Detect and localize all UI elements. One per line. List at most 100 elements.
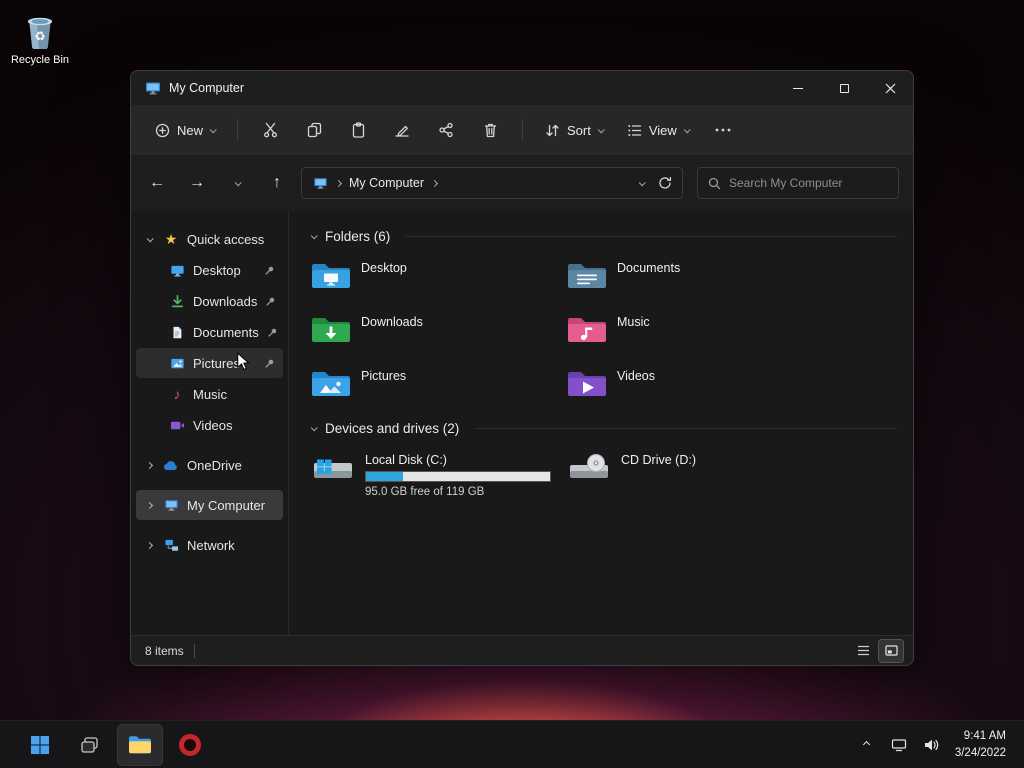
details-view-button[interactable]	[851, 640, 875, 662]
file-explorer-icon	[129, 735, 151, 753]
sidebar-item-downloads[interactable]: Downloads	[136, 286, 283, 316]
folder-tile-documents[interactable]: Documents	[567, 259, 807, 291]
chevron-up-icon	[863, 740, 871, 749]
folders-group-header[interactable]: Folders (6)	[310, 221, 913, 251]
disk-usage-bar	[365, 471, 551, 482]
sidebar-item-videos[interactable]: Videos	[136, 410, 283, 440]
sort-button[interactable]: Sort	[535, 113, 613, 147]
maximize-button[interactable]	[821, 71, 867, 105]
drive-tile-c[interactable]: Local Disk (C:) 95.0 GB free of 119 GB	[311, 453, 559, 498]
recent-locations-button[interactable]	[221, 167, 253, 199]
cut-button[interactable]	[250, 113, 290, 147]
local-disk-icon	[311, 453, 355, 485]
volume-tray-button[interactable]	[917, 727, 945, 763]
search-box[interactable]	[697, 167, 899, 199]
sidebar-item-quick-access[interactable]: ★ Quick access	[136, 224, 283, 254]
drive-free-space: 95.0 GB free of 119 GB	[365, 486, 485, 498]
cut-icon	[263, 122, 277, 138]
copy-icon	[307, 122, 321, 138]
address-dropdown-icon[interactable]	[638, 178, 646, 186]
drive-tile-d[interactable]: CD Drive (D:)	[567, 453, 815, 498]
folder-name: Videos	[617, 369, 655, 383]
browser-app-button[interactable]	[168, 725, 212, 765]
ellipsis-icon	[715, 128, 731, 132]
chevron-down-icon	[597, 125, 605, 133]
sidebar-item-label: Network	[187, 537, 235, 553]
sort-icon	[546, 124, 559, 136]
browser-app-icon	[179, 733, 201, 756]
clock[interactable]: 9:41 AM 3/24/2022	[949, 728, 1014, 760]
address-bar[interactable]: My Computer	[301, 167, 683, 199]
folder-name: Downloads	[361, 315, 423, 329]
sidebar-item-music[interactable]: ♪ Music	[136, 379, 283, 409]
file-explorer-window: My Computer New Sort View ← → ↑ My Compu…	[130, 70, 914, 666]
cd-drive-icon	[567, 453, 611, 485]
group-divider	[474, 427, 897, 429]
sidebar-item-pictures[interactable]: Pictures	[136, 348, 283, 378]
pin-icon	[264, 358, 275, 369]
large-icons-view-icon	[884, 645, 898, 656]
sidebar-item-onedrive[interactable]: OneDrive	[136, 450, 283, 480]
large-icons-view-button[interactable]	[878, 638, 904, 663]
window-title: My Computer	[169, 81, 245, 95]
titlebar[interactable]: My Computer	[131, 71, 913, 105]
sidebar-item-label: Downloads	[193, 293, 258, 309]
folder-tile-desktop[interactable]: Desktop	[311, 259, 551, 291]
folder-tile-downloads[interactable]: Downloads	[311, 313, 551, 345]
copy-button[interactable]	[294, 113, 334, 147]
sidebar-item-desktop[interactable]: Desktop	[136, 255, 283, 285]
more-options-button[interactable]	[703, 113, 743, 147]
pictures-folder-icon	[311, 367, 351, 399]
chevron-down-icon	[683, 125, 691, 133]
search-input[interactable]	[729, 176, 888, 190]
rename-button[interactable]	[382, 113, 422, 147]
drive-name: CD Drive (D:)	[621, 453, 696, 467]
status-bar: 8 items	[131, 635, 913, 665]
navigation-bar: ← → ↑ My Computer	[131, 155, 913, 211]
sidebar-item-label: Quick access	[187, 231, 265, 247]
tray-overflow-button[interactable]	[853, 727, 881, 763]
content-area: Folders (6) Desktop Documents Downloads …	[289, 211, 913, 635]
search-icon	[708, 177, 721, 189]
delete-button[interactable]	[470, 113, 510, 147]
pin-icon	[265, 296, 276, 307]
onedrive-cloud-icon	[163, 457, 179, 473]
share-icon	[439, 122, 453, 138]
folder-tile-pictures[interactable]: Pictures	[311, 367, 551, 399]
document-icon	[169, 324, 185, 340]
devices-group-header[interactable]: Devices and drives (2)	[310, 413, 913, 443]
new-button[interactable]: New	[145, 113, 225, 147]
refresh-button[interactable]	[658, 176, 672, 190]
up-button[interactable]: ↑	[261, 167, 293, 199]
paste-button[interactable]	[338, 113, 378, 147]
folder-name: Pictures	[361, 369, 407, 383]
breadcrumb[interactable]: My Computer	[349, 176, 424, 190]
svg-text:♻: ♻	[34, 29, 45, 44]
folder-tile-music[interactable]: Music	[567, 313, 807, 345]
share-button[interactable]	[426, 113, 466, 147]
view-button[interactable]: View	[617, 113, 699, 147]
pin-icon	[267, 327, 278, 338]
windows-logo-icon	[31, 735, 49, 754]
folder-tile-videos[interactable]: Videos	[567, 367, 807, 399]
sidebar-item-my-computer[interactable]: My Computer	[136, 490, 283, 520]
minimize-button[interactable]	[775, 71, 821, 105]
file-explorer-button[interactable]	[117, 723, 163, 766]
music-note-icon: ♪	[173, 386, 181, 402]
folder-name: Music	[617, 315, 650, 329]
collapse-chevron-icon	[310, 231, 318, 239]
start-button[interactable]	[18, 725, 62, 765]
network-tray-button[interactable]	[885, 727, 913, 763]
forward-button[interactable]: →	[181, 167, 213, 199]
sidebar-item-label: Pictures	[193, 355, 240, 371]
taskbar: 9:41 AM 3/24/2022	[0, 720, 1024, 768]
task-view-button[interactable]	[68, 725, 112, 765]
close-button[interactable]	[867, 71, 913, 105]
sidebar-item-label: Videos	[193, 417, 233, 433]
sidebar-item-documents[interactable]: Documents	[136, 317, 283, 347]
sidebar-item-network[interactable]: Network	[136, 530, 283, 560]
recycle-bin[interactable]: ♻ Recycle Bin	[8, 12, 72, 66]
network-icon	[163, 537, 179, 553]
view-icon	[628, 124, 642, 136]
back-button[interactable]: ←	[141, 167, 173, 199]
